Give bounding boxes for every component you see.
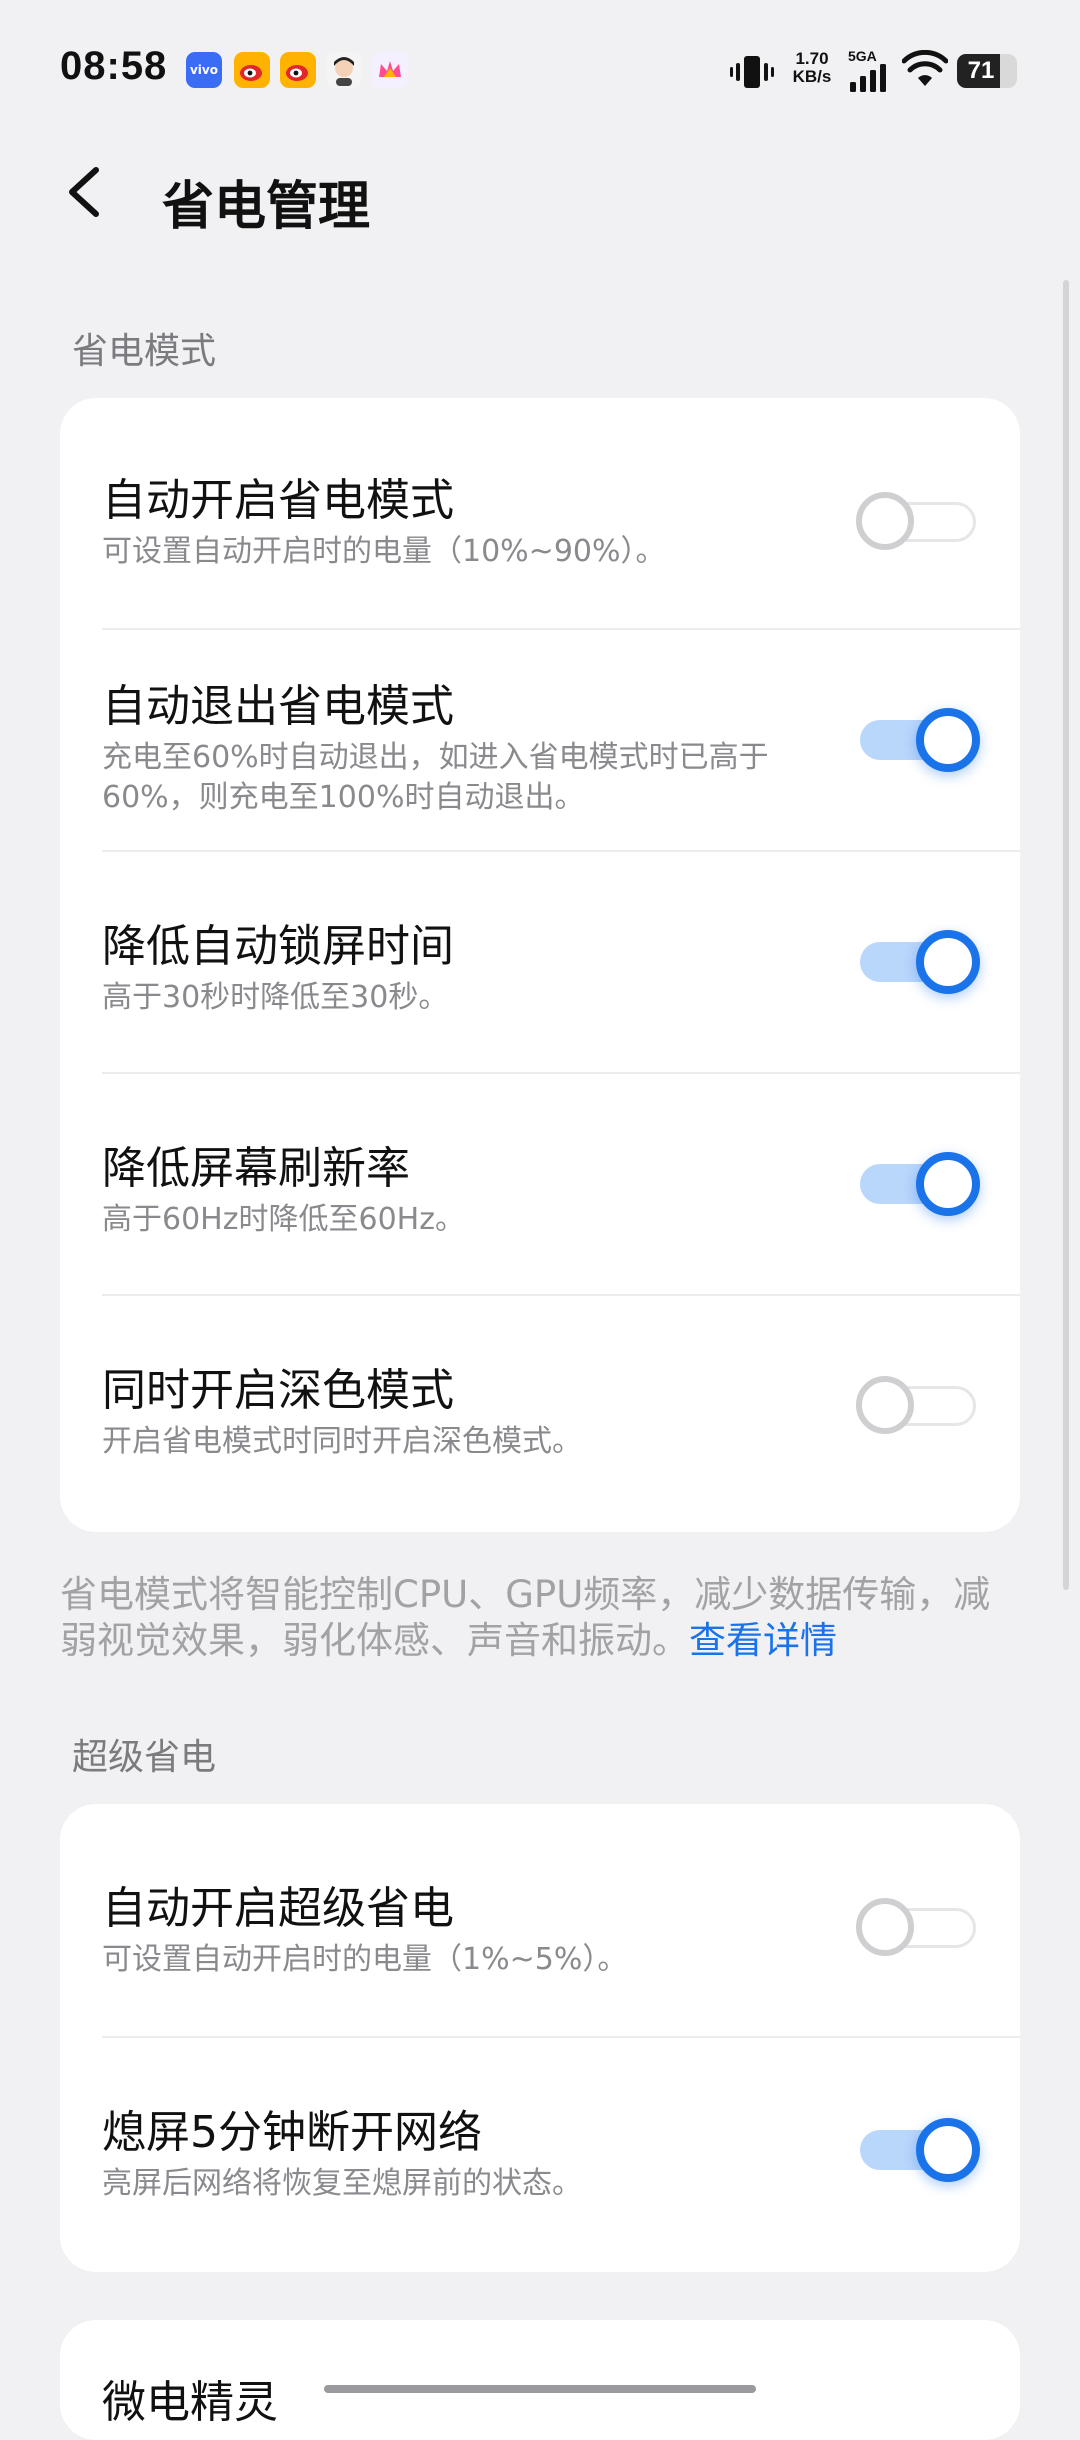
row-auto-exit-power-saving[interactable]: 自动退出省电模式 充电至60%时自动退出，如进入省电模式时已高于60%，则充电至…	[60, 630, 1020, 852]
row-reduce-lock-time[interactable]: 降低自动锁屏时间 高于30秒时降低至30秒。	[60, 852, 1020, 1074]
toggle-auto-enable-super-saving[interactable]	[856, 1896, 980, 1958]
weibo-icon-2	[280, 52, 316, 88]
row-description: 开启省电模式时同时开启深色模式。	[102, 1424, 582, 1459]
toggle-knob	[916, 2118, 980, 2182]
toggle-enable-dark-mode[interactable]	[856, 1374, 980, 1436]
power-saving-card: 自动开启省电模式 可设置自动开启时的电量（10%~90%）。 自动退出省电模式 …	[60, 398, 1020, 1532]
row-title: 同时开启深色模式	[102, 1365, 454, 1416]
row-title: 自动开启省电模式	[102, 475, 454, 526]
avatar-app-icon	[326, 52, 362, 88]
section-label-super-saving: 超级省电	[72, 1737, 217, 1778]
note-text: 省电模式将智能控制CPU、GPU频率，减少数据传输，减弱视觉效果，弱化体感、声音…	[60, 1573, 991, 1662]
toggle-reduce-refresh-rate[interactable]	[856, 1152, 980, 1216]
vivo-icon-label: vivo	[189, 63, 218, 77]
wifi-icon	[902, 50, 948, 86]
toggle-knob	[856, 1898, 914, 1956]
status-bar: 08:58 vivo 1.70 KB/s 5GA 71	[0, 0, 1080, 140]
network-speed: 1.70 KB/s	[790, 50, 834, 86]
vibrate-icon	[730, 56, 774, 88]
row-title: 降低屏幕刷新率	[102, 1143, 410, 1194]
battery-level: 71	[967, 57, 995, 84]
toggle-knob	[856, 1376, 914, 1434]
toggle-auto-exit-power-saving[interactable]	[856, 708, 980, 772]
signal-icon: 5GA	[848, 48, 892, 92]
toggle-reduce-lock-time[interactable]	[856, 930, 980, 994]
view-details-link[interactable]: 查看详情	[689, 1619, 837, 1662]
toggle-knob	[916, 1152, 980, 1216]
row-title: 自动开启超级省电	[102, 1883, 454, 1934]
row-auto-enable-super-saving[interactable]: 自动开启超级省电 可设置自动开启时的电量（1%~5%）。	[60, 1804, 1020, 2038]
weibo-icon	[234, 52, 270, 88]
home-indicator[interactable]	[324, 2385, 756, 2393]
battery-indicator: 71	[957, 54, 1017, 88]
page-title: 省电管理	[162, 177, 371, 237]
row-title: 降低自动锁屏时间	[102, 921, 454, 972]
vivo-icon: vivo	[186, 52, 222, 88]
row-enable-dark-mode[interactable]: 同时开启深色模式 开启省电模式时同时开启深色模式。	[60, 1296, 1020, 1532]
section-label-power-saving: 省电模式	[72, 331, 217, 372]
toggle-knob	[856, 492, 914, 550]
crown-app-icon	[372, 52, 408, 88]
toggle-disconnect-network-screen-off[interactable]	[856, 2118, 980, 2182]
micro-power-card[interactable]: 微电精灵	[60, 2320, 1020, 2440]
chevron-left-icon	[69, 167, 99, 217]
row-title: 微电精灵	[102, 2377, 278, 2428]
toggle-auto-enable-power-saving[interactable]	[856, 490, 980, 552]
row-reduce-refresh-rate[interactable]: 降低屏幕刷新率 高于60Hz时降低至60Hz。	[60, 1074, 1020, 1296]
row-title: 自动退出省电模式	[102, 681, 454, 732]
status-time: 08:58	[60, 44, 168, 88]
row-description: 高于60Hz时降低至60Hz。	[102, 1202, 465, 1237]
row-description: 高于30秒时降低至30秒。	[102, 980, 449, 1015]
row-description: 可设置自动开启时的电量（1%~5%）。	[102, 1942, 628, 1977]
row-description: 亮屏后网络将恢复至熄屏前的状态。	[102, 2166, 582, 2201]
back-button[interactable]	[56, 160, 120, 224]
row-auto-enable-power-saving[interactable]: 自动开启省电模式 可设置自动开启时的电量（10%~90%）。	[60, 398, 1020, 630]
row-description: 充电至60%时自动退出，如进入省电模式时已高于60%，则充电至100%时自动退出…	[102, 740, 769, 815]
super-saving-card: 自动开启超级省电 可设置自动开启时的电量（1%~5%）。 熄屏5分钟断开网络 亮…	[60, 1804, 1020, 2272]
row-title: 熄屏5分钟断开网络	[102, 2107, 482, 2158]
power-saving-note: 省电模式将智能控制CPU、GPU频率，减少数据传输，减弱视觉效果，弱化体感、声音…	[60, 1572, 1020, 1664]
toggle-knob	[916, 708, 980, 772]
scrollbar[interactable]	[1063, 280, 1069, 1590]
row-disconnect-network-screen-off[interactable]: 熄屏5分钟断开网络 亮屏后网络将恢复至熄屏前的状态。	[60, 2038, 1020, 2272]
network-speed-unit: KB/s	[792, 67, 832, 86]
toggle-knob	[916, 930, 980, 994]
network-speed-value: 1.70	[795, 49, 829, 68]
row-description: 可设置自动开启时的电量（10%~90%）。	[102, 534, 666, 569]
